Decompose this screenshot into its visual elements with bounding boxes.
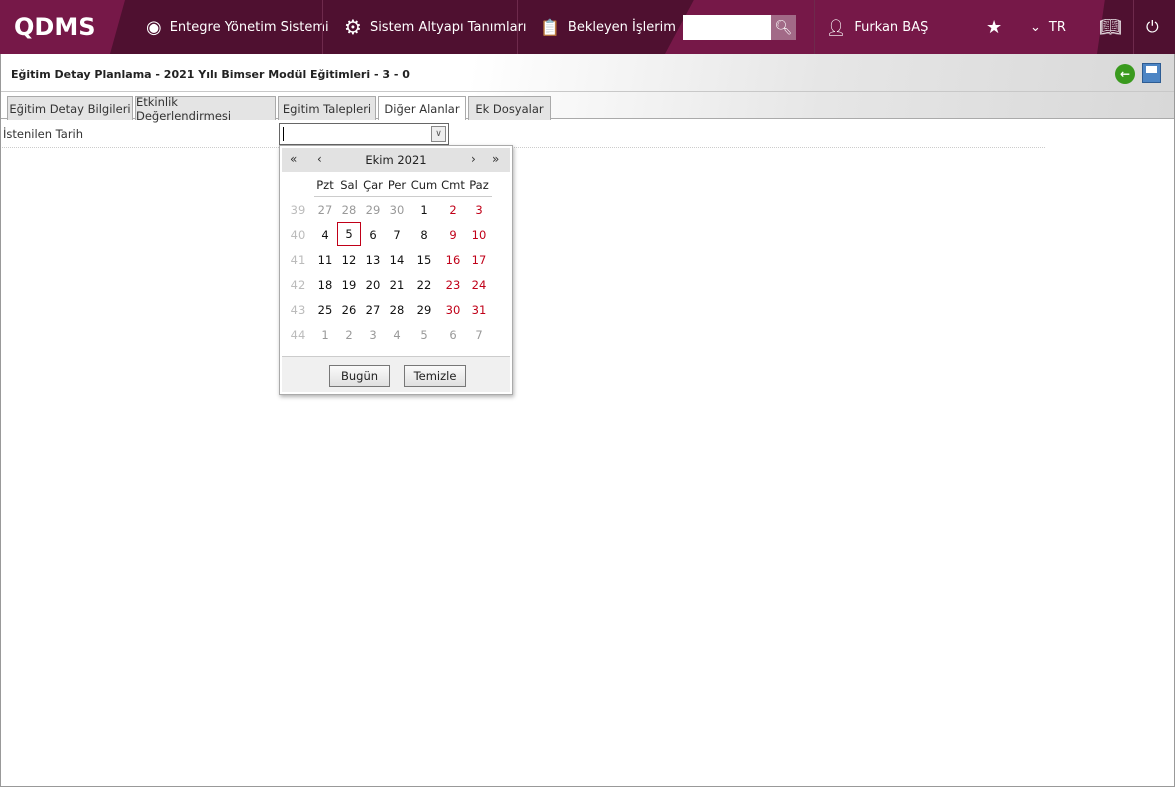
calendar-day[interactable]: 30 <box>385 203 409 217</box>
dropdown-chevron-icon[interactable]: ∨ <box>431 126 446 142</box>
tab-bar: Eğitim Detay Bilgileri Etkinlik Değerlen… <box>0 92 1175 123</box>
chevron-down-icon: ⌄ <box>1030 19 1041 35</box>
user-menu[interactable]: 👤︎ Furkan BAŞ <box>826 0 928 54</box>
back-icon[interactable]: ← <box>1115 64 1135 84</box>
calendar-day[interactable]: 8 <box>412 228 436 242</box>
calendar-day[interactable]: 15 <box>412 253 436 267</box>
calendar-day[interactable]: 28 <box>337 203 361 217</box>
calendar-day[interactable]: 29 <box>361 203 385 217</box>
top-nav: QDMS ◉ Entegre Yönetim Sistemi ⚙ Sistem … <box>0 0 1175 54</box>
tab-etkinlik-degerlendirmesi[interactable]: Etkinlik Değerlendirmesi <box>135 95 276 123</box>
week-number: 40 <box>290 228 306 242</box>
nav-sistem-altyapi[interactable]: ⚙ Sistem Altyapı Tanımları <box>344 0 527 54</box>
search-input[interactable] <box>683 15 771 40</box>
calendar-day[interactable]: 22 <box>412 278 436 292</box>
next-year-button[interactable]: » <box>492 152 499 166</box>
istenilen-tarih-label: İstenilen Tarih <box>3 127 84 141</box>
calendar-day[interactable]: 6 <box>441 328 465 342</box>
clear-button[interactable]: Temizle <box>404 365 466 387</box>
calendar-day[interactable]: 1 <box>412 203 436 217</box>
calendar-day[interactable]: 23 <box>441 278 465 292</box>
calendar-day[interactable]: 21 <box>385 278 409 292</box>
calendar-day[interactable]: 7 <box>467 328 491 342</box>
calendar-day[interactable]: 12 <box>337 253 361 267</box>
q-logo-icon: ◉ <box>146 16 162 38</box>
title-bar: Eğitim Detay Planlama - 2021 Yılı Bimser… <box>0 54 1175 92</box>
calendar-day[interactable]: 29 <box>412 303 436 317</box>
istenilen-tarih-input[interactable]: ∨ <box>279 123 449 145</box>
calendar-day[interactable]: 20 <box>361 278 385 292</box>
calendar-day[interactable]: 13 <box>361 253 385 267</box>
user-icon: 👤︎ <box>826 17 847 37</box>
calendar-day[interactable]: 19 <box>337 278 361 292</box>
calendar-day[interactable]: 26 <box>337 303 361 317</box>
qdms-logo[interactable]: QDMS <box>0 0 125 54</box>
calendar-day[interactable]: 3 <box>361 328 385 342</box>
calendar-day[interactable]: 11 <box>313 253 337 267</box>
favorites-star-icon[interactable]: ★ <box>986 0 1002 54</box>
calendar-day[interactable]: 31 <box>467 303 491 317</box>
nav-bekleyen[interactable]: 📋 Bekleyen İşlerim <box>540 0 676 54</box>
calendar-day[interactable]: 5 <box>337 222 361 246</box>
page-title: Eğitim Detay Planlama - 2021 Yılı Bimser… <box>11 68 410 81</box>
calendar-day[interactable]: 16 <box>441 253 465 267</box>
save-icon[interactable] <box>1142 63 1161 83</box>
today-button[interactable]: Bugün <box>329 365 390 387</box>
calendar-day[interactable]: 4 <box>385 328 409 342</box>
tab-diger-alanlar[interactable]: Diğer Alanlar <box>378 96 466 120</box>
calendar-day[interactable]: 28 <box>385 303 409 317</box>
calendar-day[interactable]: 2 <box>441 203 465 217</box>
weekday-header: Cum <box>410 178 438 192</box>
calendar-day[interactable]: 24 <box>467 278 491 292</box>
week-number: 41 <box>290 253 306 267</box>
calendar-day[interactable]: 18 <box>313 278 337 292</box>
calendar-day[interactable]: 4 <box>313 228 337 242</box>
calendar-popup: « ‹ Ekim 2021 › » Pzt Sal Çar Per Cum Cmt Paz 3… <box>279 145 513 395</box>
calendar-day[interactable]: 14 <box>385 253 409 267</box>
tab-egitim-talepleri[interactable]: Egitim Talepleri <box>278 96 376 120</box>
week-number: 42 <box>290 278 306 292</box>
weekday-header: Paz <box>469 178 489 192</box>
next-month-button[interactable]: › <box>471 152 476 166</box>
calendar-day[interactable]: 6 <box>361 228 385 242</box>
power-icon[interactable]: ⏻ <box>1146 0 1159 54</box>
calendar-day[interactable]: 5 <box>412 328 436 342</box>
calendar-day[interactable]: 9 <box>441 228 465 242</box>
calendar-day[interactable]: 27 <box>361 303 385 317</box>
calendar-day[interactable]: 3 <box>467 203 491 217</box>
calendar-day[interactable]: 10 <box>467 228 491 242</box>
week-number: 43 <box>290 303 306 317</box>
week-number: 39 <box>290 203 306 217</box>
gear-icon: ⚙ <box>344 15 362 39</box>
calendar-day[interactable]: 17 <box>467 253 491 267</box>
tab-egitim-detay-bilgileri[interactable]: Eğitim Detay Bilgileri <box>7 96 133 120</box>
clipboard-icon: 📋 <box>540 17 560 37</box>
calendar-day[interactable]: 1 <box>313 328 337 342</box>
tab-ek-dosyalar[interactable]: Ek Dosyalar <box>468 96 551 120</box>
calendar-day[interactable]: 25 <box>313 303 337 317</box>
search-icon: 🔍︎ <box>774 19 793 36</box>
calendar-day[interactable]: 2 <box>337 328 361 342</box>
week-number: 44 <box>290 328 306 342</box>
calendar-day[interactable]: 27 <box>313 203 337 217</box>
calendar-day[interactable]: 30 <box>441 303 465 317</box>
language-selector[interactable]: ⌄ TR <box>1030 0 1066 54</box>
calendar-day[interactable]: 7 <box>385 228 409 242</box>
search-button[interactable]: 🔍︎ <box>771 15 796 40</box>
manual-book-icon[interactable]: 📖︎ <box>1099 0 1122 54</box>
nav-entegre[interactable]: ◉ Entegre Yönetim Sistemi <box>146 0 329 54</box>
